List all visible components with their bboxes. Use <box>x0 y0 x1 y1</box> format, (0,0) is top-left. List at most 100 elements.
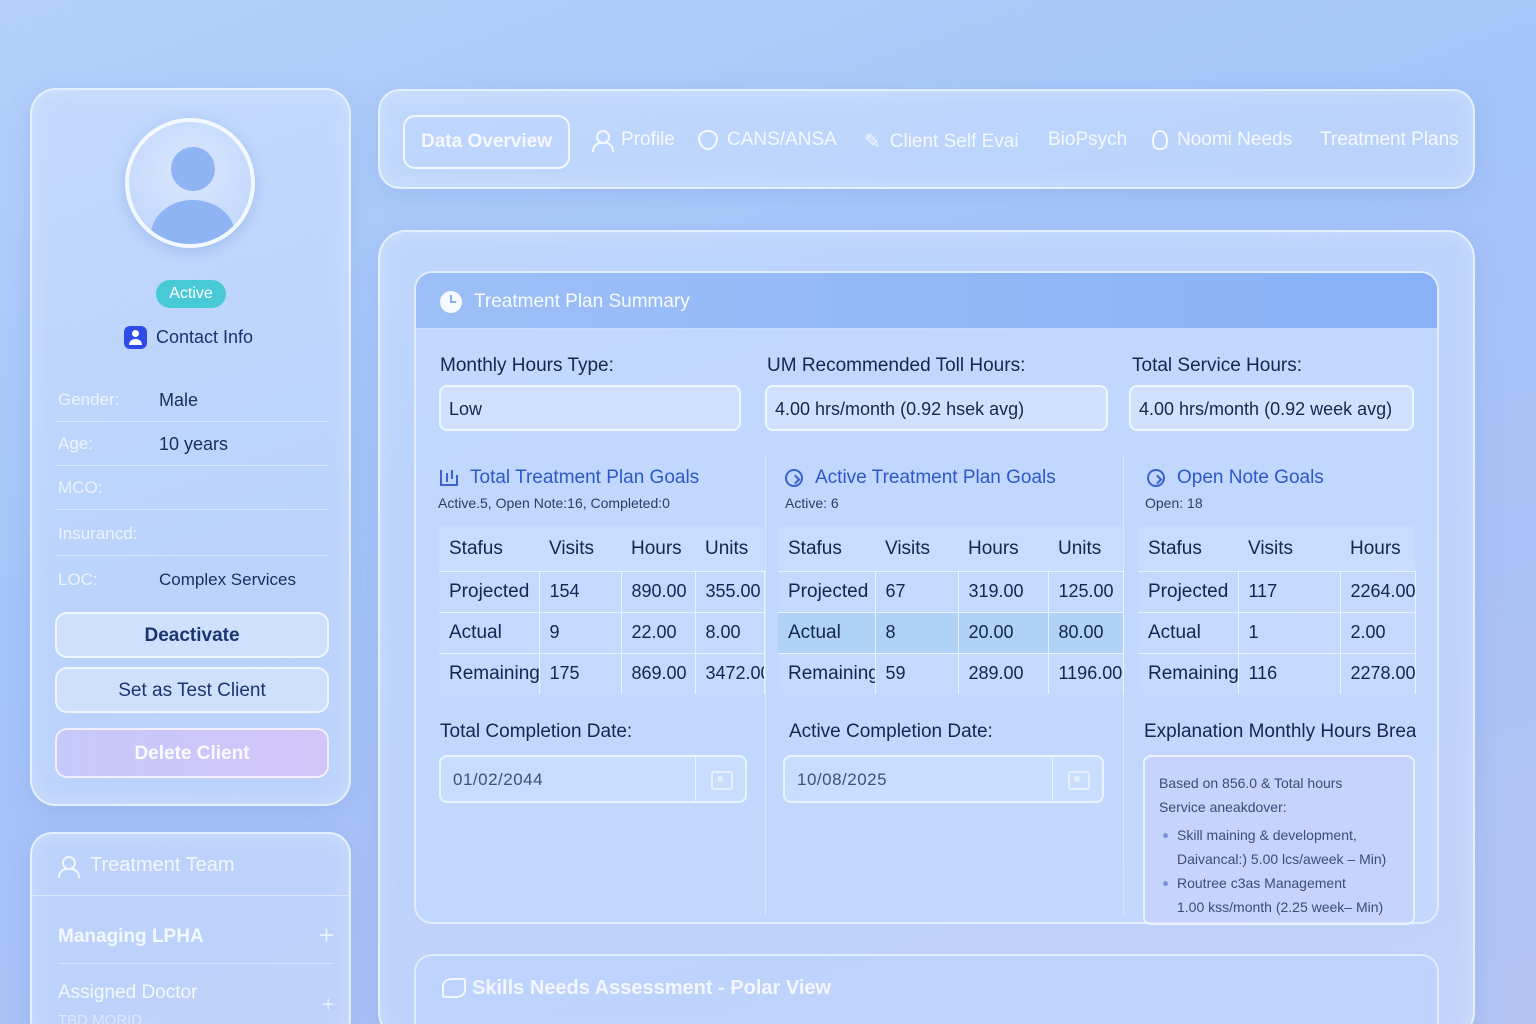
tab-label: CANS/ANSA <box>727 129 837 150</box>
clock-icon <box>440 291 462 313</box>
calendar-icon[interactable] <box>1052 757 1102 801</box>
info-row-age: Age: 10 years <box>56 422 328 466</box>
explanation-line: Service aneakdover: <box>1159 799 1287 815</box>
table-header-row: Stafus Visits Hours Units <box>778 527 1123 571</box>
tab-cans-ansa[interactable]: CANS/ANSA <box>698 129 837 151</box>
table-cell: 59 <box>875 652 959 694</box>
table-header: Stafus <box>1138 527 1238 571</box>
calendar-icon[interactable] <box>695 757 745 801</box>
table-cell: 2264.00 <box>1340 570 1416 612</box>
team-row-label: Assigned Doctor <box>58 982 198 1003</box>
client-profile-card: Active Contact Info Gender: Male Age: 10… <box>30 88 351 806</box>
skills-title: Skills Needs Assessment - Polar View <box>472 977 832 999</box>
table-header-row: Stafus Visits Hours Units <box>439 527 764 571</box>
table-cell: 2278.00 <box>1340 652 1416 694</box>
tab-label: BioPsych <box>1048 129 1128 150</box>
info-row-insurance: Insurancd: <box>56 512 328 556</box>
tab-treatment-plans[interactable]: Treatment Plans <box>1320 129 1459 151</box>
active-goals-title: Active Treatment Plan Goals <box>815 467 1056 488</box>
info-key: MCO: <box>58 478 103 497</box>
table-cell: 116 <box>1238 652 1341 694</box>
arrow-circle-icon <box>1147 469 1165 487</box>
info-value: Male <box>159 390 199 410</box>
tab-bar: Data Overview Profile CANS/ANSA ✎ Client… <box>378 89 1475 189</box>
table-header-row: Stafus Visits Hours <box>1138 527 1415 571</box>
tab-label: Noomi Needs <box>1177 129 1293 150</box>
um-recommended-hours-field[interactable]: 4.00 hrs/month (0.92 hsek avg) <box>765 385 1108 431</box>
table-row: Actual 1 2.00 <box>1138 611 1416 653</box>
info-key: Age: <box>58 434 93 453</box>
shield-icon <box>698 130 718 150</box>
table-cell: 9 <box>539 611 622 653</box>
list-item-title: Skill maining & development, <box>1177 827 1357 843</box>
total-completion-date-label: Total Completion Date: <box>440 721 633 742</box>
table-row: Projected 154 890.00 355.00 <box>439 570 765 612</box>
table-header: Hours <box>958 527 1048 571</box>
table-cell: Actual <box>778 611 876 653</box>
info-row-loc: LOC: Complex Services <box>56 558 328 602</box>
column-divider <box>765 455 766 915</box>
skills-icon <box>442 978 466 998</box>
table-cell: 289.00 <box>958 652 1049 694</box>
table-cell: 125.00 <box>1048 570 1124 612</box>
person-icon <box>56 855 80 878</box>
table-header: Units <box>695 527 764 571</box>
table-header: Visits <box>875 527 958 571</box>
contact-info-label: Contact Info <box>156 327 254 347</box>
info-row-mco: MCO: <box>56 466 328 510</box>
total-goals-table: Stafus Visits Hours Units Projected 154 … <box>439 527 765 694</box>
contact-icon <box>124 326 147 349</box>
skills-needs-assessment-card: Skills Needs Assessment - Polar View <box>414 954 1439 1024</box>
tab-data-overview[interactable]: Data Overview <box>403 115 570 169</box>
table-header: Stafus <box>778 527 875 571</box>
table-cell: 8.00 <box>695 611 765 653</box>
tab-profile[interactable]: Profile <box>590 129 675 152</box>
set-test-client-button[interactable]: Set as Test Client <box>55 667 329 713</box>
list-item: Skill maining & development, Daivancal:)… <box>1159 823 1399 871</box>
treatment-team-header: Treatment Team <box>32 834 349 896</box>
total-completion-date-field[interactable]: 01/02/2044 <box>439 755 747 803</box>
avatar <box>125 118 255 248</box>
monthly-hours-type-field[interactable]: Low <box>439 385 741 431</box>
arrow-circle-icon <box>785 469 803 487</box>
table-cell: 1196.00 <box>1048 652 1124 694</box>
table-row: Remaining 116 2278.00 <box>1138 652 1416 694</box>
table-cell: Remaining <box>1138 652 1239 694</box>
bar-chart-icon <box>440 470 458 486</box>
add-icon[interactable]: + <box>322 994 334 1017</box>
tab-biopsych[interactable]: BioPsych <box>1048 129 1127 151</box>
table-cell: 3472.00 <box>695 652 765 694</box>
assigned-doctor-value: TBD MORID... <box>58 1012 155 1024</box>
tab-label: Client Self Evai <box>889 130 1019 152</box>
table-cell: 869.00 <box>621 652 696 694</box>
date-value: 10/08/2025 <box>797 770 888 789</box>
contact-info-link[interactable]: Contact Info <box>124 326 253 349</box>
deactivate-button[interactable]: Deactivate <box>55 612 329 658</box>
table-cell: 20.00 <box>958 611 1049 653</box>
table-row: Projected 117 2264.00 <box>1138 570 1416 612</box>
table-cell: Actual <box>439 611 540 653</box>
table-header: Hours <box>621 527 695 571</box>
delete-client-button[interactable]: Delete Client <box>55 728 329 778</box>
tab-client-self-eval[interactable]: ✎ Client Self Evai <box>864 129 1019 154</box>
open-note-goals-heading: Open Note Goals <box>1147 467 1324 489</box>
total-goals-sub: Active.5, Open Note:16, Completed:0 <box>438 495 670 511</box>
table-cell: Remaining <box>778 652 876 694</box>
treatment-team-card: Treatment Team Managing LPHA + Assigned … <box>30 832 351 1024</box>
team-row-label: Managing LPHA <box>58 926 204 947</box>
table-cell: 22.00 <box>621 611 696 653</box>
person-icon <box>590 129 614 152</box>
table-cell: Projected <box>778 570 876 612</box>
date-value: 01/02/2044 <box>453 770 544 789</box>
explanation-list: Skill maining & development, Daivancal:)… <box>1159 823 1399 919</box>
table-cell: 1 <box>1238 611 1341 653</box>
table-cell: Remaining <box>439 652 540 694</box>
table-header: Stafus <box>439 527 539 571</box>
table-cell: 117 <box>1238 570 1341 612</box>
add-icon[interactable]: + <box>319 920 334 951</box>
total-service-hours-field[interactable]: 4.00 hrs/month (0.92 week avg) <box>1129 385 1414 431</box>
tab-noomi-needs[interactable]: Noomi Needs <box>1152 129 1292 151</box>
open-note-goals-table: Stafus Visits Hours Projected 117 2264.0… <box>1138 527 1416 694</box>
table-header: Visits <box>1238 527 1340 571</box>
active-completion-date-field[interactable]: 10/08/2025 <box>783 755 1104 803</box>
